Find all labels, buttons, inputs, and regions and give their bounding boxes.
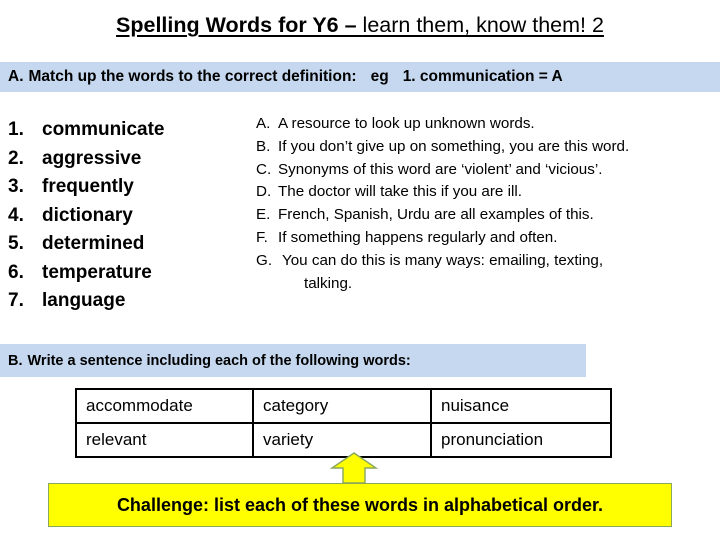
definition-letter: F. bbox=[256, 228, 268, 246]
word-number: 4. bbox=[8, 204, 24, 226]
table-cell: accommodate bbox=[75, 388, 254, 424]
definition-letter: A. bbox=[256, 115, 271, 132]
section-a-instruction-bar: A. Match up the words to the correct def… bbox=[0, 62, 720, 92]
list-item: D. The doctor will take this if you are i… bbox=[256, 181, 706, 204]
definition-text: If something happens regularly and often… bbox=[278, 228, 558, 246]
definition-letter: E. bbox=[256, 206, 271, 224]
challenge-box: Challenge: list each of these words in a… bbox=[48, 483, 672, 527]
table-cell: nuisance bbox=[430, 388, 612, 424]
sentence-words-table: accommodate category nuisance relevant v… bbox=[75, 388, 612, 458]
challenge-text: Challenge: list each of these words in a… bbox=[116, 494, 604, 515]
word-text: frequently bbox=[42, 176, 134, 197]
section-b-instruction: Write a sentence including each of the f… bbox=[27, 352, 406, 369]
word-number: 3. bbox=[8, 176, 24, 197]
list-item: 5. determined bbox=[8, 230, 246, 259]
table-cell: relevant bbox=[75, 422, 254, 458]
word-text: language bbox=[42, 290, 126, 311]
page-title-plain: learn them, know them! 2 bbox=[362, 13, 604, 37]
definition-text: Synonyms of this word are ‘violent’ and … bbox=[278, 160, 603, 178]
definition-text: A resource to look up unknown words. bbox=[278, 115, 535, 132]
definition-text: You can do this is many ways: emailing, … bbox=[282, 251, 604, 269]
list-item: 3. frequently bbox=[8, 173, 246, 202]
definition-text: The doctor will take this if you are ill… bbox=[278, 183, 522, 201]
list-item: B. If you don’t give up on something, you… bbox=[256, 136, 706, 159]
section-b-colon: : bbox=[405, 352, 411, 369]
table-cell: category bbox=[252, 388, 432, 424]
section-a-letter: A. bbox=[8, 68, 24, 85]
definition-letter: B. bbox=[256, 137, 271, 155]
definition-continuation: talking. bbox=[304, 274, 353, 292]
definition-text: If you don’t give up on something, you a… bbox=[278, 137, 630, 155]
section-a-example-label: eg bbox=[370, 68, 389, 85]
up-arrow-shape bbox=[329, 452, 379, 484]
list-item: 1. communicate bbox=[8, 116, 246, 145]
definition-text: French, Spanish, Urdu are all examples o… bbox=[278, 206, 594, 224]
definition-letter: C. bbox=[256, 160, 272, 178]
table-row: accommodate category nuisance bbox=[75, 388, 612, 424]
section-a-example: 1. communication = A bbox=[402, 68, 563, 85]
section-b-letter: B. bbox=[8, 352, 23, 369]
spelling-word-list: 1. communicate 2. aggressive 3. frequent… bbox=[8, 116, 246, 316]
list-item: 7. language bbox=[8, 287, 246, 316]
list-item: C. Synonyms of this word are ‘violent’ an… bbox=[256, 159, 706, 182]
word-text: aggressive bbox=[42, 147, 142, 169]
section-a-instruction: Match up the words to the correct defini… bbox=[28, 68, 357, 85]
up-arrow-icon bbox=[329, 452, 379, 484]
definition-letter: D. bbox=[256, 183, 272, 201]
word-number: 1. bbox=[8, 119, 24, 140]
list-item: 4. dictionary bbox=[8, 202, 246, 231]
page-title-bold: Spelling Words for Y6 – bbox=[116, 13, 363, 37]
word-text: dictionary bbox=[42, 204, 133, 226]
definition-list: A. A resource to look up unknown words. B… bbox=[256, 113, 706, 295]
list-item: G. You can do this is many ways: emailing… bbox=[256, 250, 706, 296]
definition-letter: G. bbox=[256, 251, 273, 269]
word-text: temperature bbox=[42, 261, 152, 283]
list-item: F. If something happens regularly and oft… bbox=[256, 227, 706, 250]
word-text: communicate bbox=[42, 119, 165, 140]
word-number: 5. bbox=[8, 233, 24, 254]
page-title: Spelling Words for Y6 – learn them, know… bbox=[0, 11, 720, 39]
list-item: 2. aggressive bbox=[8, 145, 246, 174]
list-item: A. A resource to look up unknown words. bbox=[256, 113, 706, 136]
section-b-instruction-bar: B. Write a sentence including each of th… bbox=[0, 344, 586, 377]
table-cell: pronunciation bbox=[430, 422, 612, 458]
list-item: 6. temperature bbox=[8, 259, 246, 288]
word-number: 6. bbox=[8, 261, 24, 283]
word-number: 7. bbox=[8, 290, 24, 311]
word-number: 2. bbox=[8, 147, 24, 169]
list-item: E. French, Spanish, Urdu are all examples… bbox=[256, 204, 706, 227]
word-text: determined bbox=[42, 233, 145, 254]
